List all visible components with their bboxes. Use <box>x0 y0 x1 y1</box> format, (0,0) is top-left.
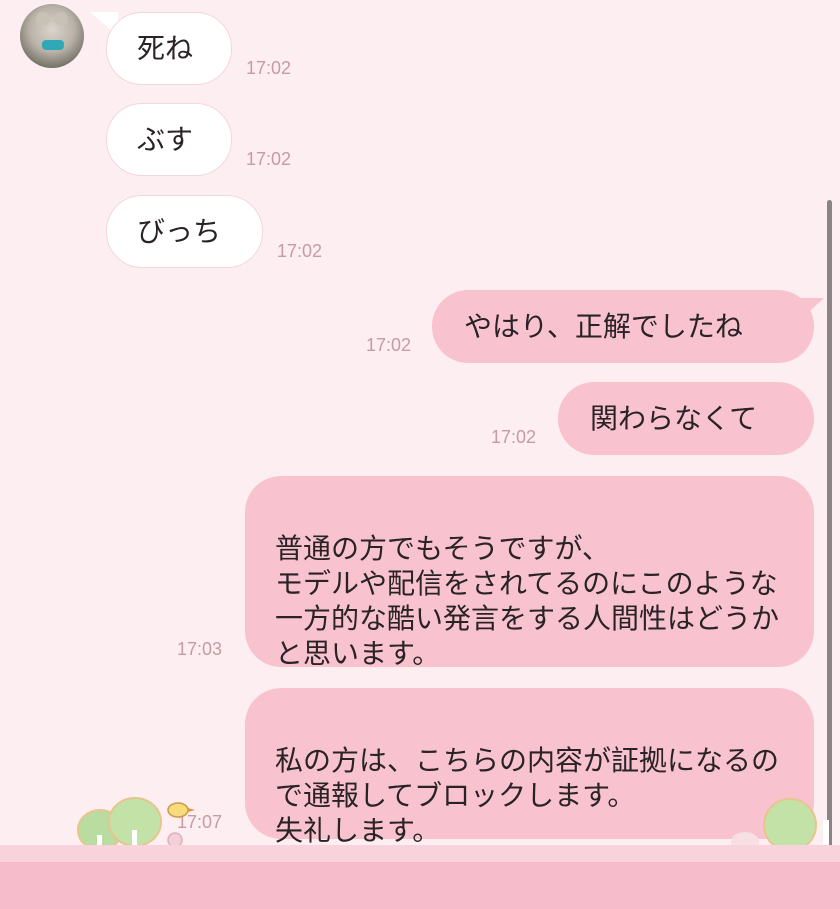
message-text: 死ね <box>137 32 194 65</box>
message-timestamp: 17:07 <box>177 812 223 832</box>
outgoing-message-bubble[interactable]: やはり、正解でしたね <box>432 290 814 363</box>
message-timestamp: 17:02 <box>246 149 292 169</box>
incoming-message-bubble[interactable]: 死ね <box>106 12 232 85</box>
message-text: ぶす <box>137 123 194 156</box>
incoming-message-bubble[interactable]: ぶす <box>106 103 232 176</box>
outgoing-message-bubble[interactable]: 私の方は、こちらの内容が証拠になるので通報してブロックします。 失礼します。 <box>245 688 814 847</box>
contact-avatar[interactable] <box>20 4 84 68</box>
chat-area[interactable]: 死ね 17:02 ぶす 17:02 びっち 17:02 やはり、正解でしたね 1… <box>0 0 840 909</box>
message-text: やはり、正解でしたね <box>464 310 743 343</box>
message-text: 普通の方でもそうですが、 モデルや配信をされてるのにこのような一方的な酷い発言を… <box>275 532 780 670</box>
message-timestamp: 17:02 <box>277 241 323 261</box>
outgoing-message-bubble[interactable]: 普通の方でもそうですが、 モデルや配信をされてるのにこのような一方的な酷い発言を… <box>245 476 814 670</box>
ground-strip <box>0 845 840 863</box>
message-timestamp: 17:03 <box>177 639 223 659</box>
message-text: 関わらなくて <box>590 402 758 435</box>
message-timestamp: 17:02 <box>246 58 292 78</box>
message-text: びっち <box>137 215 222 248</box>
message-text: 私の方は、こちらの内容が証拠になるので通報してブロックします。 失礼します。 <box>275 744 780 847</box>
outgoing-message-bubble[interactable]: 関わらなくて <box>558 382 814 455</box>
bear-ear-right <box>54 12 68 26</box>
incoming-message-bubble[interactable]: びっち <box>106 195 263 268</box>
input-bar[interactable] <box>0 862 840 909</box>
message-timestamp: 17:02 <box>491 427 537 447</box>
bear-ribbon <box>42 40 64 50</box>
message-timestamp: 17:02 <box>366 335 412 355</box>
bear-ear-left <box>36 12 50 26</box>
scrollbar[interactable] <box>827 200 832 860</box>
